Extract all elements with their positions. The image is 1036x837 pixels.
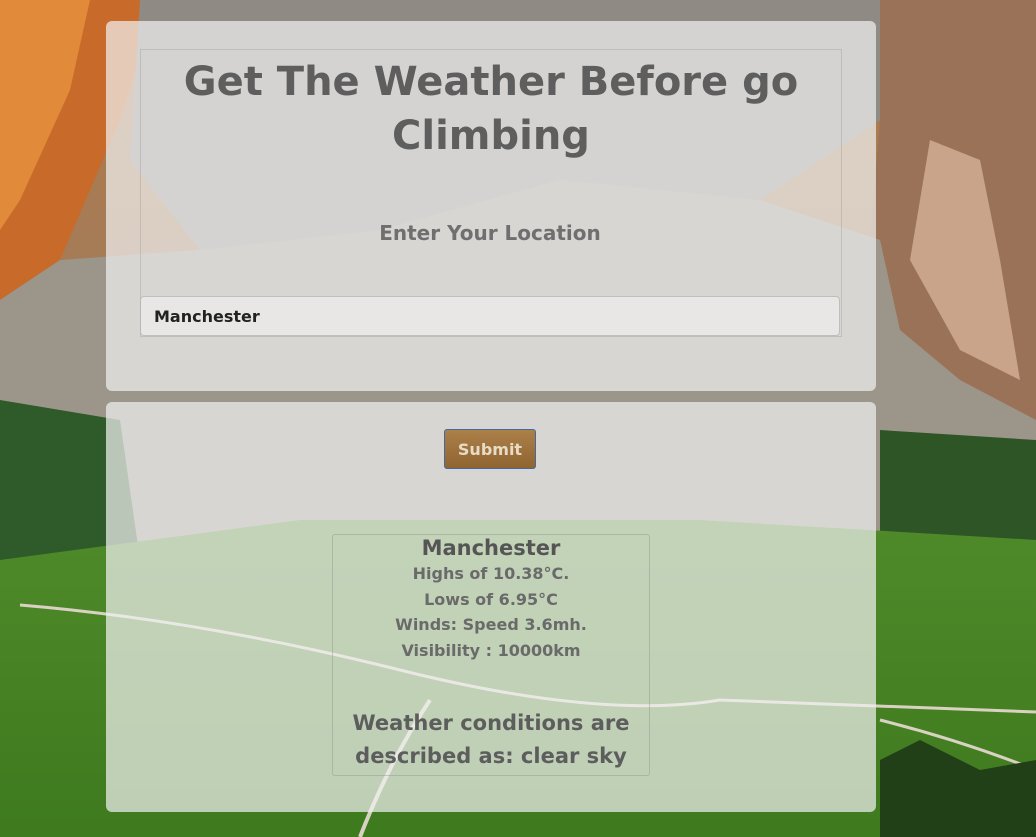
result-visibility: Visibility : 10000km bbox=[401, 640, 581, 660]
weather-result-box: Manchester Highs of 10.38°C. Lows of 6.9… bbox=[332, 534, 650, 776]
page-title: Get The Weather Before go Climbing bbox=[183, 59, 799, 159]
location-input[interactable] bbox=[140, 296, 840, 336]
location-form-card: Get The Weather Before go Climbing Enter… bbox=[106, 21, 876, 391]
submit-button[interactable]: Submit bbox=[444, 429, 536, 469]
result-conditions: Weather conditions are described as: cle… bbox=[352, 711, 630, 768]
location-label: Enter Your Location bbox=[379, 221, 601, 245]
result-city: Manchester bbox=[421, 536, 561, 560]
result-lows: Lows of 6.95°C bbox=[424, 589, 558, 609]
weather-result-card: Submit Manchester Highs of 10.38°C. Lows… bbox=[106, 402, 876, 812]
result-highs: Highs of 10.38°C. bbox=[412, 564, 570, 583]
result-winds: Winds: Speed 3.6mh. bbox=[395, 615, 587, 634]
